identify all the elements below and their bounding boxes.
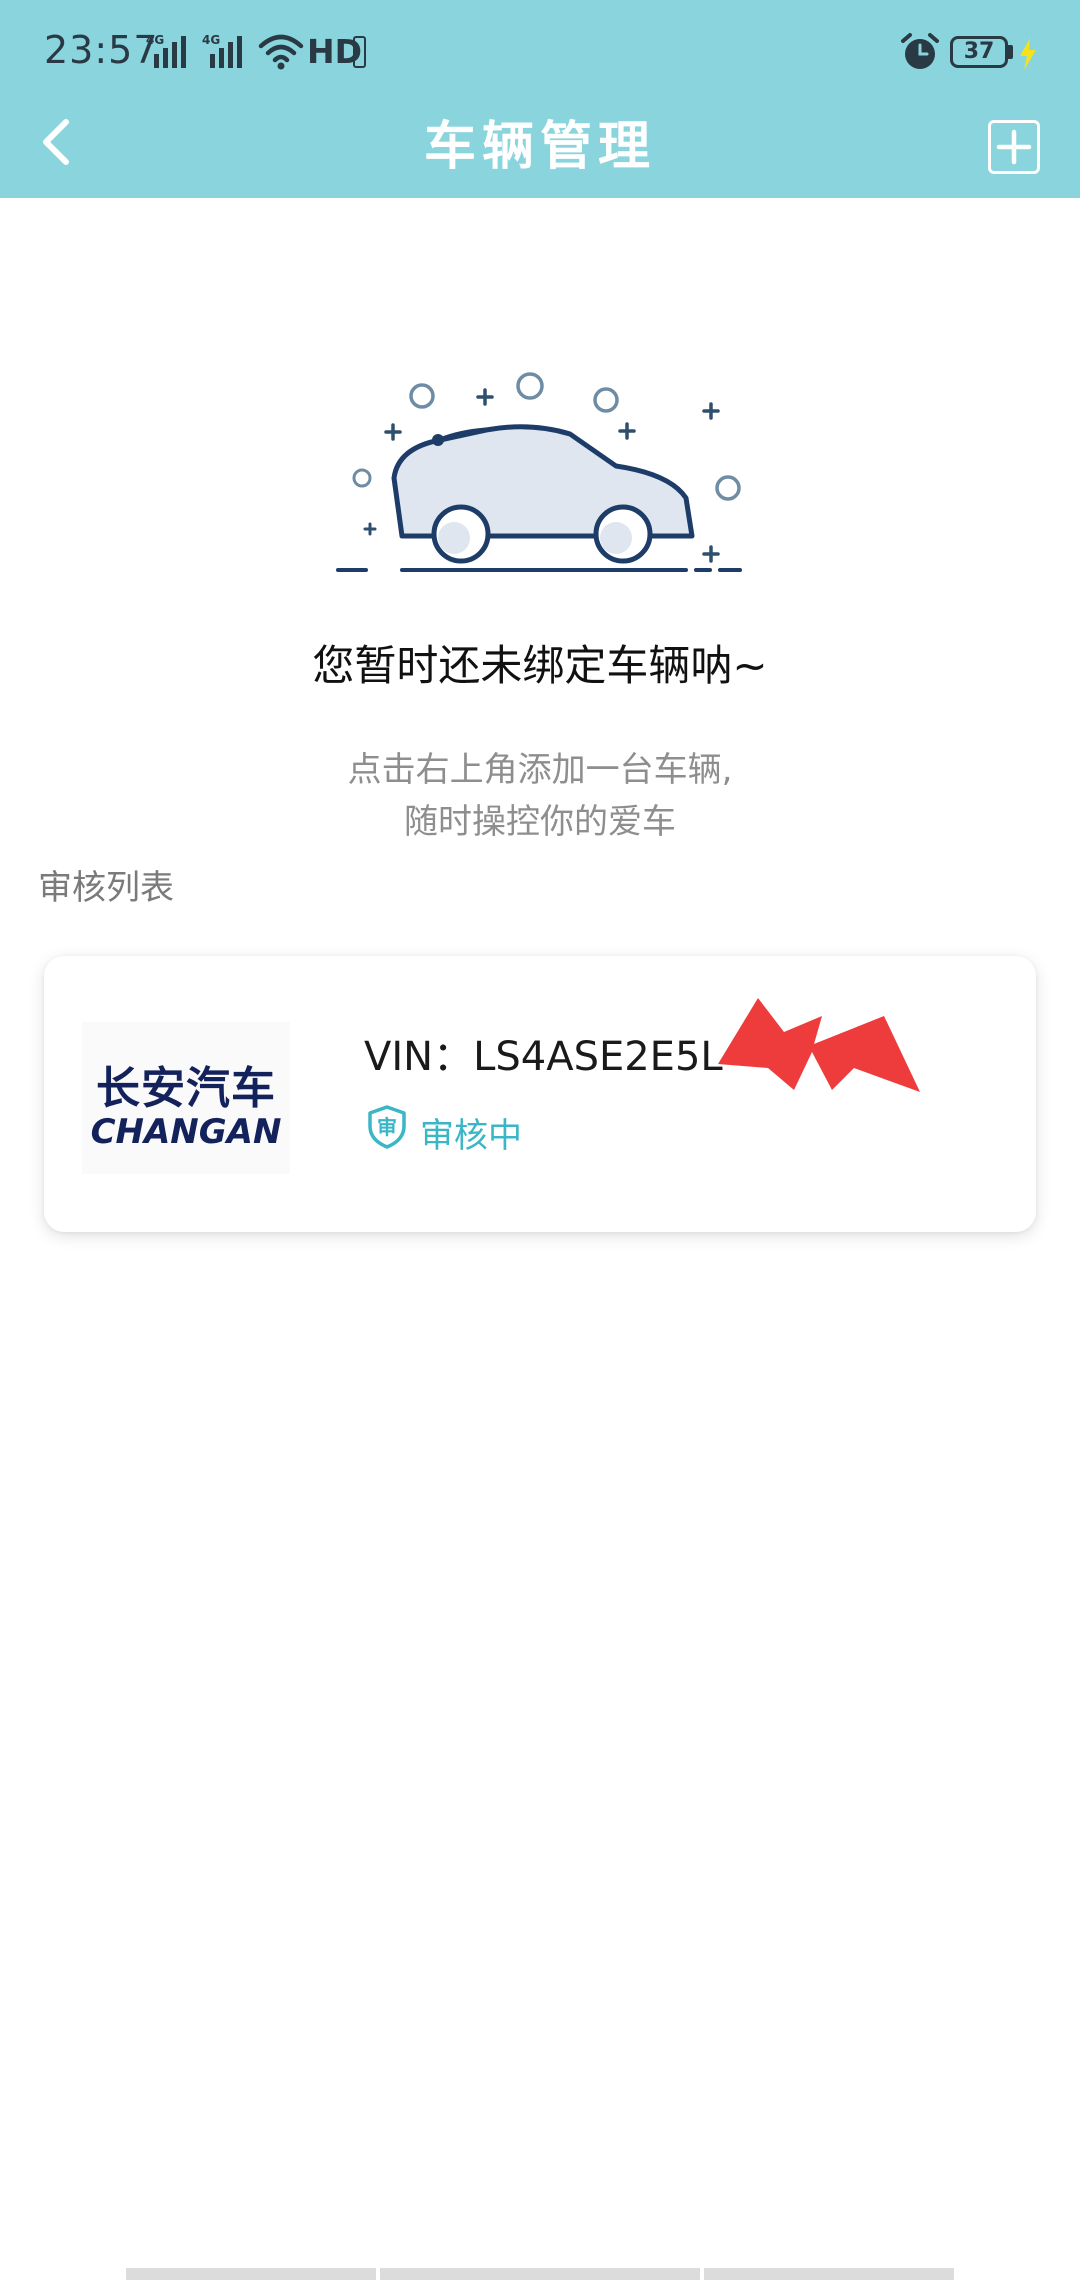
empty-state-hint: 随时操控你的爱车 — [404, 802, 676, 842]
battery-nub — [1008, 45, 1013, 59]
vehicle-management-screen: 23:57 4G 4G HD 37 车辆管理 您暂时还未绑定车辆呐~ 点击右上角… — [0, 0, 1080, 2280]
bottom-nav-indicator — [126, 2268, 376, 2280]
signal-icon: 4G — [146, 33, 186, 68]
network-label: 4G — [146, 33, 164, 47]
network-label: 4G — [202, 33, 220, 47]
empty-state-hint: 点击右上角添加一台车辆, — [347, 750, 733, 790]
review-status-text: 审核中 — [420, 1116, 522, 1156]
wifi-icon — [258, 34, 304, 70]
header: 23:57 4G 4G HD 37 车辆管理 — [0, 0, 1080, 198]
bottom-nav-indicator — [704, 2268, 954, 2280]
bottom-nav-indicator — [380, 2268, 700, 2280]
logo-text-cn: 长安汽车 — [96, 1063, 276, 1114]
charging-icon — [1020, 38, 1036, 70]
changan-logo: 长安汽车 CHANGAN — [82, 1022, 290, 1174]
vin-text: VIN：LS4ASE2E5L — [364, 1034, 723, 1080]
logo-text-en: CHANGAN — [90, 1112, 282, 1152]
hd-sim-icon — [353, 36, 366, 68]
redaction-mark — [718, 998, 920, 1092]
signal-icon: 4G — [202, 33, 242, 68]
review-shield-icon: 审 — [368, 1105, 406, 1149]
status-time: 23:57 — [44, 28, 159, 72]
page-title: 车辆管理 — [423, 117, 656, 177]
empty-state-title: 您暂时还未绑定车辆呐~ — [312, 641, 768, 690]
add-vehicle-button[interactable] — [988, 120, 1040, 174]
car-illustration — [336, 372, 742, 572]
battery-icon: 37 — [950, 36, 1008, 68]
alarm-icon — [901, 33, 939, 69]
plus-square-icon — [996, 129, 1032, 165]
svg-text:审: 审 — [377, 1115, 397, 1139]
review-list-title: 审核列表 — [38, 868, 174, 908]
